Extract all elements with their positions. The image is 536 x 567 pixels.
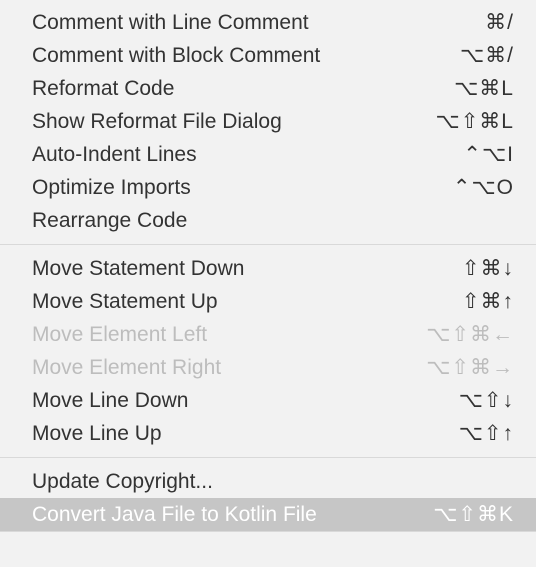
menu-item-reformat-code[interactable]: Reformat Code ⌥⌘L: [0, 72, 536, 105]
menu-item-auto-indent[interactable]: Auto-Indent Lines ⌃⌥I: [0, 138, 536, 171]
menu-item-label: Update Copyright...: [32, 470, 213, 494]
menu-item-update-copyright[interactable]: Update Copyright...: [0, 465, 536, 498]
menu-item-reformat-dialog[interactable]: Show Reformat File Dialog ⌥⇧⌘L: [0, 105, 536, 138]
menu-item-move-elem-right: Move Element Right ⌥⇧⌘→: [0, 351, 536, 384]
menu-item-label: Reformat Code: [32, 77, 174, 101]
menu-item-comment-block[interactable]: Comment with Block Comment ⌥⌘/: [0, 39, 536, 72]
menu-item-label: Move Element Left: [32, 323, 207, 347]
menu-item-shortcut: ⌥⇧↑: [459, 421, 514, 446]
menu-item-move-line-down[interactable]: Move Line Down ⌥⇧↓: [0, 384, 536, 417]
menu-item-shortcut: ⌥⌘L: [454, 76, 514, 101]
menu-item-label: Move Line Up: [32, 422, 162, 446]
menu-item-move-elem-left: Move Element Left ⌥⇧⌘←: [0, 318, 536, 351]
menu-item-label: Comment with Line Comment: [32, 11, 309, 35]
menu-item-shortcut: ⌃⌥O: [453, 175, 514, 200]
menu-item-shortcut: ⌥⇧⌘←: [426, 322, 514, 347]
menu-item-convert-kotlin[interactable]: Convert Java File to Kotlin File ⌥⇧⌘K: [0, 498, 536, 531]
menu-item-label: Convert Java File to Kotlin File: [32, 503, 317, 527]
menu-item-label: Move Line Down: [32, 389, 188, 413]
menu-item-move-stmt-up[interactable]: Move Statement Up ⇧⌘↑: [0, 285, 536, 318]
context-menu: Comment with Line Comment ⌘/ Comment wit…: [0, 0, 536, 532]
menu-item-shortcut: ⇧⌘↓: [462, 256, 514, 281]
menu-item-shortcut: ⇧⌘↑: [462, 289, 514, 314]
menu-item-shortcut: ⌃⌥I: [463, 142, 514, 167]
menu-item-shortcut: ⌥⌘/: [460, 43, 514, 68]
menu-item-shortcut: ⌥⇧⌘→: [426, 355, 514, 380]
menu-item-label: Optimize Imports: [32, 176, 191, 200]
menu-item-shortcut: ⌘/: [485, 10, 514, 35]
menu-item-move-stmt-down[interactable]: Move Statement Down ⇧⌘↓: [0, 252, 536, 285]
menu-separator: [0, 457, 536, 458]
menu-item-label: Rearrange Code: [32, 209, 187, 233]
menu-item-label: Show Reformat File Dialog: [32, 110, 282, 134]
menu-item-label: Auto-Indent Lines: [32, 143, 197, 167]
menu-item-optimize-imports[interactable]: Optimize Imports ⌃⌥O: [0, 171, 536, 204]
menu-item-shortcut: ⌥⇧↓: [459, 388, 514, 413]
menu-item-move-line-up[interactable]: Move Line Up ⌥⇧↑: [0, 417, 536, 450]
menu-item-comment-line[interactable]: Comment with Line Comment ⌘/: [0, 6, 536, 39]
menu-item-label: Move Statement Up: [32, 290, 218, 314]
menu-item-rearrange-code[interactable]: Rearrange Code: [0, 204, 536, 237]
menu-item-shortcut: ⌥⇧⌘K: [433, 502, 514, 527]
menu-item-label: Comment with Block Comment: [32, 44, 320, 68]
menu-item-label: Move Element Right: [32, 356, 221, 380]
menu-bottom-line: [0, 531, 536, 532]
menu-separator: [0, 244, 536, 245]
menu-item-shortcut: ⌥⇧⌘L: [436, 109, 514, 134]
menu-item-label: Move Statement Down: [32, 257, 244, 281]
